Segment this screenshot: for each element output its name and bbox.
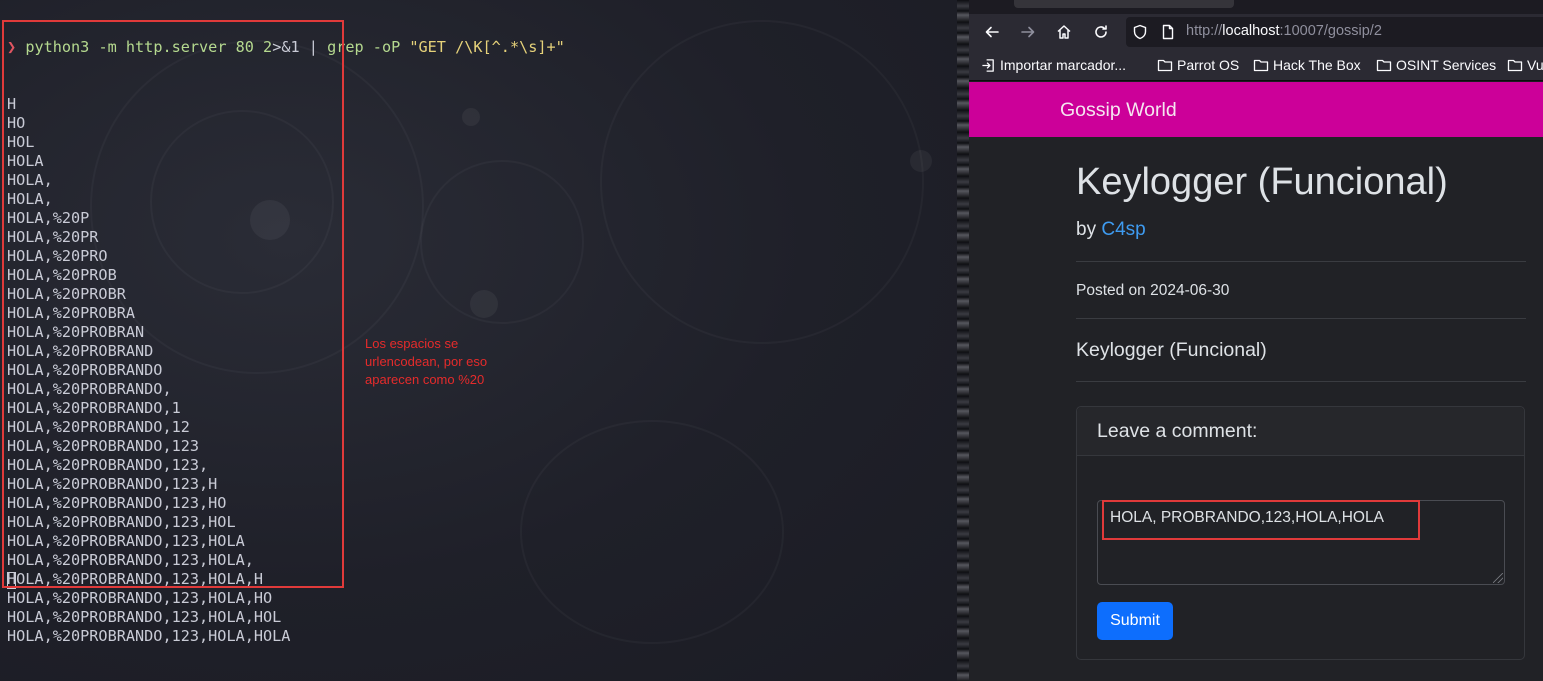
arrow-right-icon <box>1021 26 1035 38</box>
bookmark-label: OSINT Services <box>1396 57 1497 73</box>
home-button[interactable] <box>1051 20 1077 44</box>
divider <box>1076 318 1526 319</box>
arrow-left-icon <box>985 26 999 38</box>
url-bar[interactable]: http://localhost:10007/gossip/2 <box>1126 17 1543 47</box>
page-icon[interactable] <box>1160 24 1176 40</box>
bookmark-label: Vu <box>1527 57 1543 73</box>
url-scheme: http:// <box>1186 23 1223 39</box>
page-content: Keylogger (Funcional) by C4sp Posted on … <box>969 137 1543 681</box>
author-link[interactable]: C4sp <box>1101 219 1145 240</box>
output-line: HOLA,%20PROBRANDO,123,HOLA,HOL <box>7 608 282 626</box>
shield-icon[interactable] <box>1132 24 1148 40</box>
post-body: Keylogger (Funcional) <box>1076 339 1267 361</box>
bookmark-folder-vu[interactable]: Vu <box>1507 57 1543 73</box>
divider <box>1076 261 1526 262</box>
comment-card: Leave a comment: HOLA, PROBRANDO,123,HOL… <box>1076 406 1525 660</box>
folder-icon <box>1376 59 1392 72</box>
bookmark-folder-osint-services[interactable]: OSINT Services <box>1376 57 1496 73</box>
url-path: :10007/gossip/2 <box>1279 23 1382 39</box>
bookmark-label: Hack The Box <box>1273 57 1361 73</box>
window-divider <box>957 0 969 681</box>
bookmark-label: Parrot OS <box>1177 57 1240 73</box>
bookmark-folder-parrot-os[interactable]: Parrot OS <box>1157 57 1239 73</box>
folder-icon <box>1253 59 1269 72</box>
bookmark-label: Importar marcador... <box>1000 57 1127 73</box>
comment-heading: Leave a comment: <box>1097 420 1258 442</box>
bookmark-folder-hack-the-box[interactable]: Hack The Box <box>1253 57 1361 73</box>
reload-button[interactable] <box>1088 20 1114 44</box>
folder-icon <box>1507 59 1523 72</box>
divider <box>1076 381 1526 382</box>
forward-button[interactable] <box>1015 20 1041 44</box>
folder-icon <box>1157 59 1173 72</box>
post-date: Posted on 2024-06-30 <box>1076 282 1230 299</box>
home-icon <box>1057 25 1071 39</box>
comment-textarea[interactable]: HOLA, PROBRANDO,123,HOLA,HOLA <box>1097 500 1505 585</box>
wallpaper-decoration <box>600 20 924 344</box>
reload-icon <box>1095 25 1107 38</box>
post-byline: by C4sp <box>1076 219 1146 241</box>
import-icon <box>982 58 994 72</box>
site-navbar: Gossip World <box>969 82 1543 137</box>
submit-button[interactable]: Submit <box>1097 602 1173 640</box>
highlight-box <box>2 20 344 588</box>
tab-active[interactable] <box>1014 0 1234 8</box>
url-host: localhost <box>1222 23 1280 39</box>
command-pattern: "GET /\K[^.*\s]+" <box>409 38 565 56</box>
navigation-toolbar: http://localhost:10007/gossip/2 <box>969 14 1543 50</box>
byline-prefix: by <box>1076 219 1102 240</box>
output-line: HOLA,%20PROBRANDO,123,HOLA,HOLA <box>7 627 291 645</box>
resize-handle[interactable] <box>1493 573 1503 583</box>
back-button[interactable] <box>979 20 1005 44</box>
post-title: Keylogger (Funcional) <box>1076 161 1448 203</box>
browser-window: http://localhost:10007/gossip/2 Importar… <box>969 0 1543 681</box>
bookmarks-toolbar: Importar marcador... Parrot OS Hack The … <box>969 50 1543 81</box>
site-brand-link[interactable]: Gossip World <box>1060 99 1177 122</box>
tab-strip <box>969 0 1543 14</box>
output-line: HOLA,%20PROBRANDO,123,HOLA,HO <box>7 589 273 607</box>
url-text[interactable]: http://localhost:10007/gossip/2 <box>1186 23 1382 39</box>
terminal-window[interactable]: ❯ python3 -m http.server 80 2>&1 | grep … <box>0 0 957 681</box>
bookmark-import[interactable]: Importar marcador... <box>981 57 1126 73</box>
wallpaper-decoration <box>910 150 932 172</box>
annotation-note: Los espacios se urlencodean, por eso apa… <box>365 336 488 387</box>
comment-card-header: Leave a comment: <box>1077 407 1524 456</box>
